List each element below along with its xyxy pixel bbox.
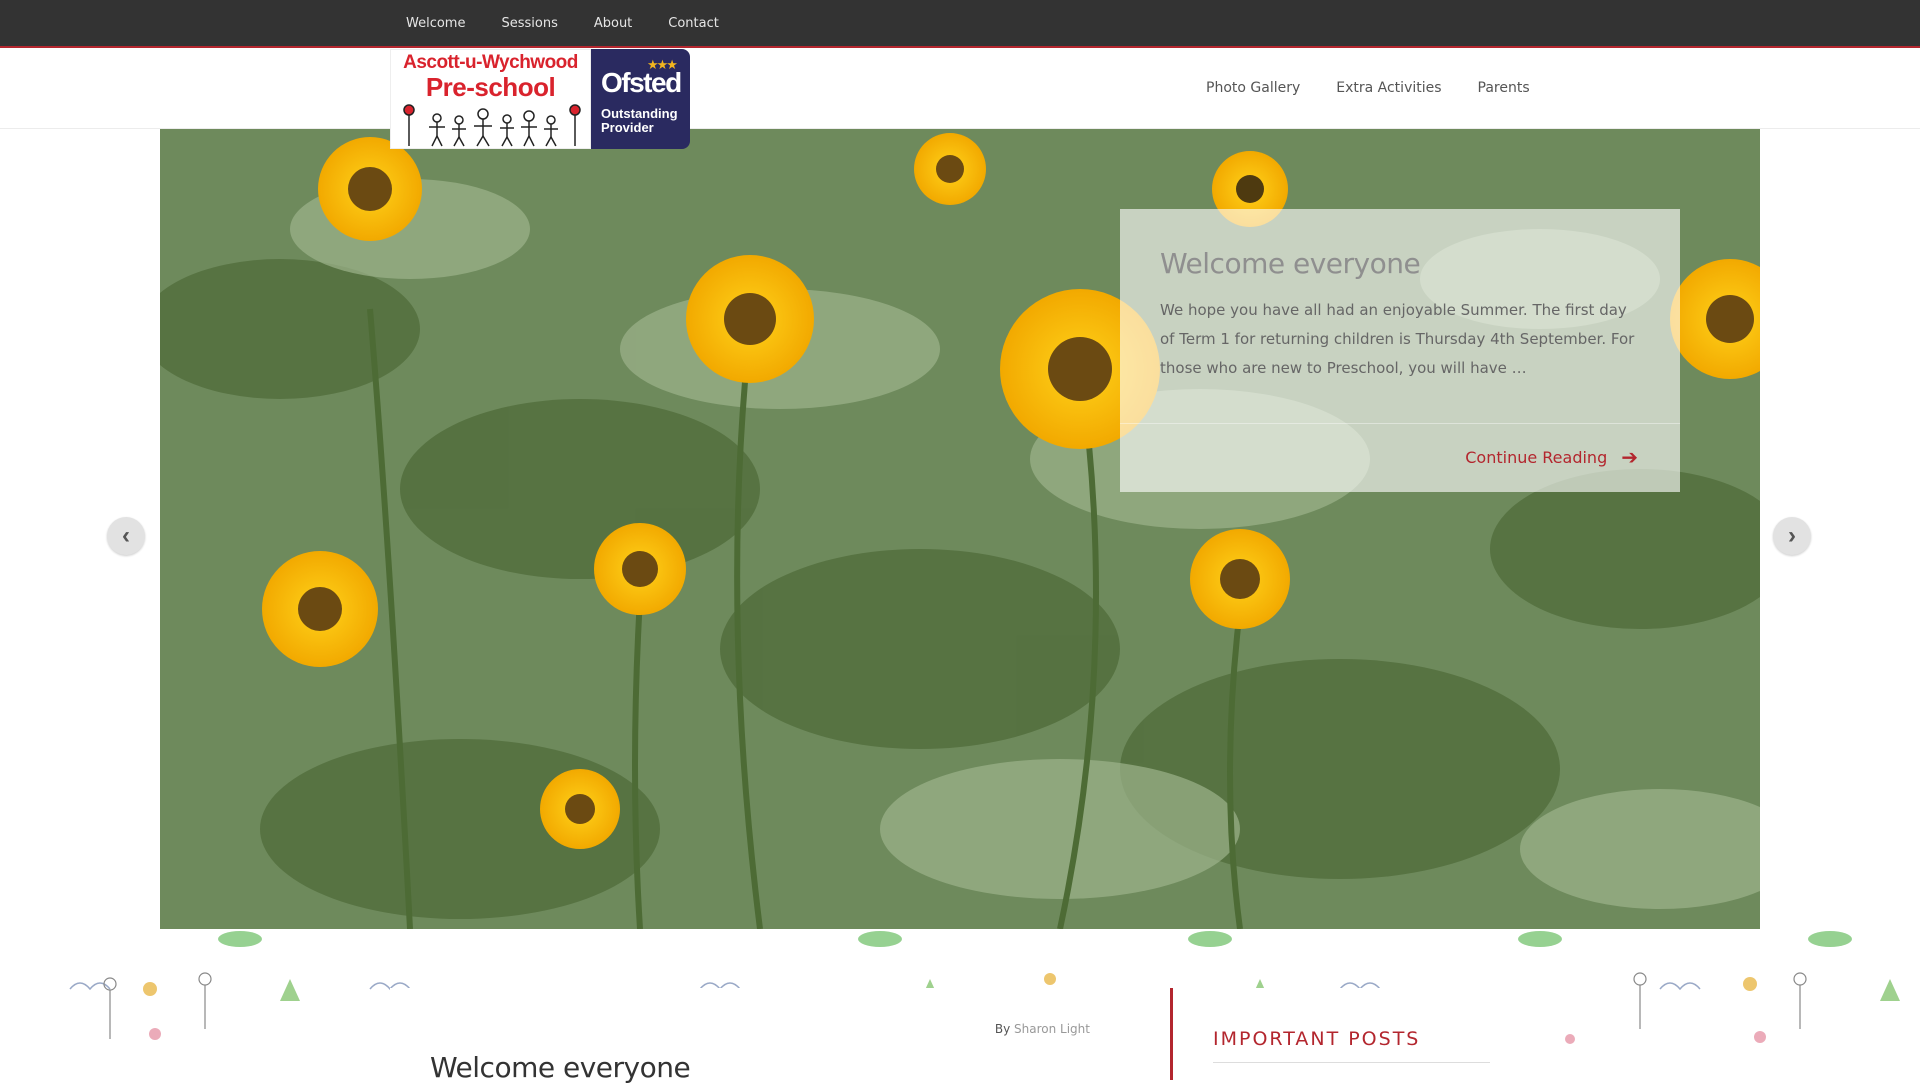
- continue-reading-link[interactable]: Continue Reading ➔: [1465, 445, 1638, 469]
- topnav-sessions[interactable]: Sessions: [501, 16, 557, 31]
- ofsted-subtitle: Outstanding Provider: [601, 107, 678, 135]
- sidebar-divider: [1213, 1062, 1490, 1063]
- logo-text-line2: Pre-school: [425, 72, 556, 102]
- slider-prev-button[interactable]: ‹: [107, 517, 145, 555]
- topnav-contact[interactable]: Contact: [668, 16, 719, 31]
- sidebar-widget: IMPORTANT POSTS: [1170, 988, 1530, 1080]
- byline-by: By: [994, 1022, 1011, 1036]
- nav-photo-gallery[interactable]: Photo Gallery: [1206, 80, 1300, 96]
- post-author-link[interactable]: Sharon Light: [1014, 1022, 1090, 1036]
- chevron-right-icon: ›: [1788, 522, 1796, 549]
- top-bar: Welcome Sessions About Contact: [0, 0, 1920, 48]
- ofsted-sub-line1: Outstanding: [601, 106, 678, 121]
- slide-caption: Welcome everyone We hope you have all ha…: [1120, 209, 1680, 492]
- ofsted-badge: ★★★ Ofsted Outstanding Provider: [591, 49, 690, 149]
- chevron-left-icon: ‹: [122, 522, 130, 549]
- top-navigation: Welcome Sessions About Contact: [388, 0, 737, 46]
- ofsted-sub-line2: Provider: [601, 120, 654, 135]
- topnav-about[interactable]: About: [594, 16, 632, 31]
- caption-divider: [1120, 423, 1680, 424]
- arrow-right-icon: ➔: [1621, 445, 1638, 469]
- continue-reading-label: Continue Reading: [1465, 447, 1608, 467]
- logo-text-line1: Ascott-u-Wychwood: [403, 52, 578, 73]
- post-card: By Sharon Light Welcome everyone: [390, 988, 1130, 1084]
- main-navigation: Photo Gallery Extra Activities Parents: [1206, 48, 1920, 128]
- topnav-welcome[interactable]: Welcome: [406, 16, 465, 31]
- stick-figures-icon: [403, 104, 581, 147]
- slide-title[interactable]: Welcome everyone: [1160, 247, 1640, 280]
- slider-next-button[interactable]: ›: [1773, 517, 1811, 555]
- slide-excerpt: We hope you have all had an enjoyable Su…: [1160, 301, 1635, 377]
- nav-parents[interactable]: Parents: [1478, 80, 1530, 96]
- post-byline: By Sharon Light: [995, 1022, 1090, 1036]
- preschool-logo: Ascott-u-Wychwood Pre-school: [390, 49, 591, 149]
- nav-extra-activities[interactable]: Extra Activities: [1336, 80, 1441, 96]
- post-title[interactable]: Welcome everyone: [430, 1051, 691, 1084]
- ofsted-word: Ofsted: [601, 67, 682, 98]
- sidebar-title: IMPORTANT POSTS: [1213, 1028, 1421, 1050]
- site-logo[interactable]: Ascott-u-Wychwood Pre-school ★★★ Ofsted …: [390, 49, 690, 149]
